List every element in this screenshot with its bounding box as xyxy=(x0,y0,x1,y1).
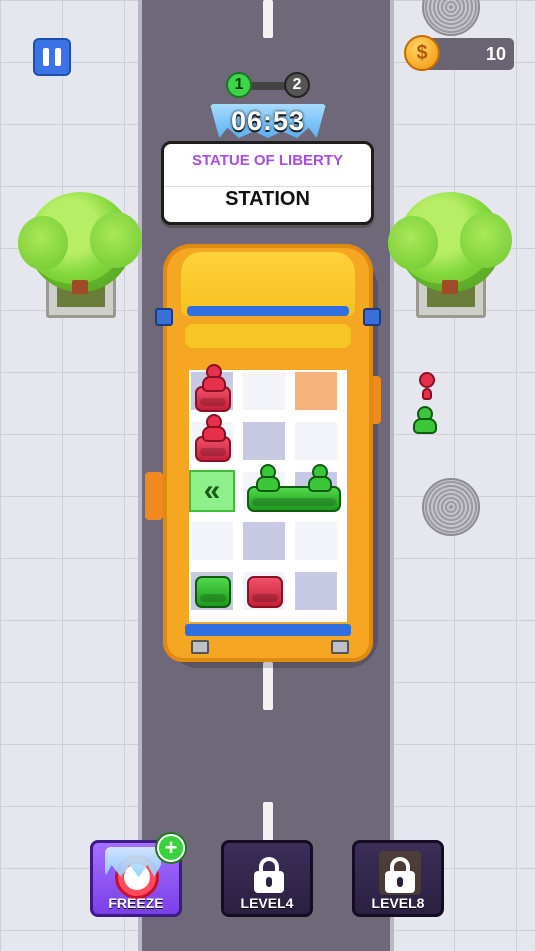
seat-cell[interactable] xyxy=(293,570,339,612)
station-destination: STATUE OF LIBERTY xyxy=(191,152,344,169)
exit-arrow-cell[interactable]: « xyxy=(189,470,235,512)
tree-trunk xyxy=(72,280,88,294)
level-node-current: 1 xyxy=(226,72,252,98)
green-passenger xyxy=(305,464,335,494)
waiting-passenger-green xyxy=(410,406,440,436)
countdown-timer: 06:53 xyxy=(210,104,326,144)
bus-rear-window xyxy=(185,624,351,636)
coin-icon: $ xyxy=(404,35,440,71)
green-seat[interactable] xyxy=(195,576,231,608)
green-passenger xyxy=(253,464,283,494)
bus-roof xyxy=(185,324,351,348)
bus-windshield xyxy=(187,306,349,316)
red-seat[interactable] xyxy=(247,576,283,608)
station-label: STATION xyxy=(225,188,310,210)
lane-marking xyxy=(263,662,273,710)
seat-cell[interactable] xyxy=(293,420,339,462)
station-sign: STATUE OF LIBERTY STATION xyxy=(161,141,374,225)
bus-mirror xyxy=(363,308,381,326)
booster-unlock-label: LEVEL4 xyxy=(240,895,294,911)
bus-side-door xyxy=(145,472,163,520)
tree-canopy xyxy=(388,192,512,292)
timer-text: 06:53 xyxy=(230,106,306,136)
bus-tail-light xyxy=(191,640,209,654)
lock-icon xyxy=(254,857,284,893)
waiting-passenger-red xyxy=(412,372,442,402)
seat-cell[interactable] xyxy=(241,520,287,562)
tree xyxy=(388,192,512,328)
level-progress: 1 2 xyxy=(226,72,312,100)
tree-trunk xyxy=(442,280,458,294)
pause-button[interactable] xyxy=(33,38,71,76)
level-node-next: 2 xyxy=(284,72,310,98)
red-passenger xyxy=(199,414,229,444)
left-curb xyxy=(138,0,142,951)
seat-grid: « xyxy=(189,364,347,622)
pause-icon xyxy=(43,48,49,66)
seat-cell[interactable] xyxy=(241,370,287,412)
manhole-cover xyxy=(422,478,480,536)
booster-unlock-label: LEVEL8 xyxy=(371,895,425,911)
seat-cell[interactable] xyxy=(241,420,287,462)
bus-tail-light xyxy=(331,640,349,654)
freeze-booster-label: FREEZE xyxy=(108,895,164,911)
seat-cell[interactable] xyxy=(189,520,235,562)
coin-count: 10 xyxy=(485,44,506,64)
add-freeze-button[interactable]: + xyxy=(157,834,185,862)
tree xyxy=(18,192,142,328)
bus-mirror xyxy=(155,308,173,326)
right-sidewalk xyxy=(392,0,535,951)
lane-marking xyxy=(263,0,273,38)
right-curb xyxy=(390,0,394,951)
tree-canopy xyxy=(18,192,142,292)
locked-booster-level8[interactable]: LEVEL8 xyxy=(352,840,444,917)
seat-cell[interactable] xyxy=(293,520,339,562)
left-sidewalk xyxy=(0,0,142,951)
seat-cell[interactable] xyxy=(293,370,339,412)
red-passenger xyxy=(199,364,229,394)
lock-icon xyxy=(385,857,415,893)
locked-booster-level4[interactable]: LEVEL4 xyxy=(221,840,313,917)
